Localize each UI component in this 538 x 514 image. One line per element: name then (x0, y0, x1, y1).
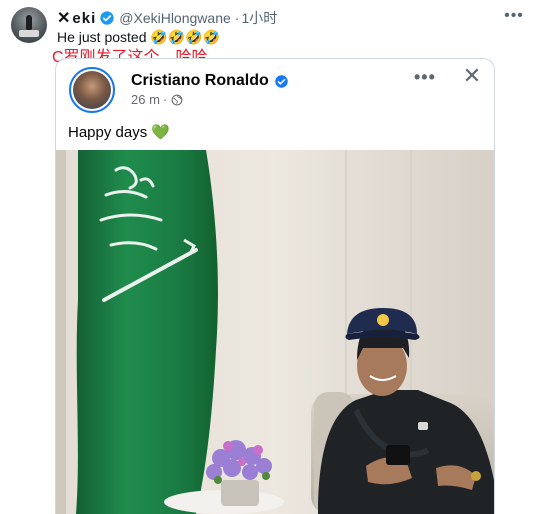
display-name[interactable]: ✕eki (57, 8, 96, 28)
user-avatar[interactable] (11, 7, 47, 43)
separator-dot: · (234, 10, 240, 26)
tweet-timestamp[interactable]: 1小时 (241, 8, 277, 28)
post-photo[interactable] (56, 150, 494, 514)
more-options-icon[interactable]: ••• (502, 6, 526, 26)
post-meta: 26 m · (131, 92, 183, 107)
post-more-icon[interactable]: ••• (414, 67, 436, 88)
tweet-header: ✕eki @XekiHlongwane · 1小时 (57, 9, 277, 27)
author-name[interactable]: Cristiano Ronaldo (131, 72, 289, 90)
post-text: Happy days 💚 (68, 124, 171, 141)
embedded-facebook-post[interactable]: Cristiano Ronaldo 26 m · ••• ✕ Happy day… (55, 58, 495, 514)
globe-icon (171, 94, 183, 105)
verified-badge-icon (100, 11, 114, 25)
user-handle[interactable]: @XekiHlongwane (119, 10, 231, 26)
verified-badge-icon (275, 74, 288, 88)
close-icon[interactable]: ✕ (460, 63, 484, 89)
author-avatar[interactable] (69, 67, 115, 113)
post-time[interactable]: 26 m (131, 92, 160, 107)
